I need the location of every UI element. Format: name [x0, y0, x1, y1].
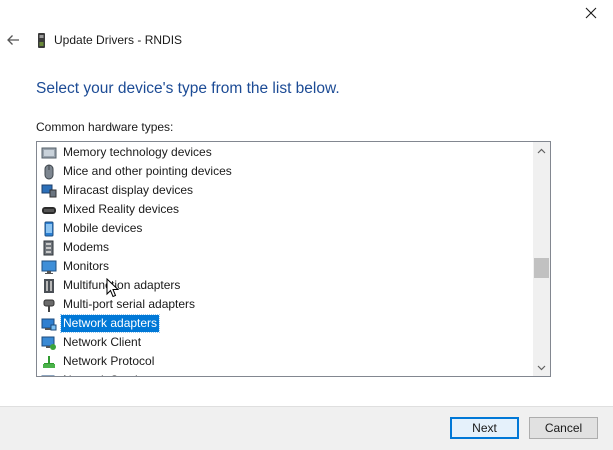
list-item[interactable]: Memory technology devices	[41, 143, 531, 162]
next-button[interactable]: Next	[450, 417, 519, 439]
mouse-icon	[44, 164, 54, 179]
window-title: Update Drivers - RNDIS	[54, 33, 183, 47]
list-item-label: Modems	[63, 240, 110, 254]
mixed-reality-headset-icon	[42, 206, 56, 214]
page-heading: Select your device's type from the list …	[36, 80, 340, 97]
list-item-label: Multi-port serial adapters	[63, 297, 196, 311]
list-item-label: Mixed Reality devices	[63, 202, 180, 216]
back-arrow-icon	[7, 35, 19, 45]
hardware-type-list[interactable]: Memory technology devices Mice and other …	[36, 141, 551, 377]
list-item[interactable]: Modems	[41, 238, 531, 257]
list-item-label: Miracast display devices	[63, 183, 194, 197]
list-item-label: Network Service	[61, 372, 152, 376]
list-item[interactable]: Network Service	[41, 371, 531, 376]
mobile-device-icon	[44, 221, 54, 236]
list-item[interactable]: Multifunction adapters	[41, 276, 531, 295]
list-item-label: Mobile devices	[63, 221, 143, 235]
scroll-down-button[interactable]	[533, 359, 550, 376]
memory-card-icon	[41, 147, 57, 158]
list-item[interactable]: Monitors	[41, 257, 531, 276]
list-item[interactable]: Network adapters	[41, 314, 531, 333]
network-protocol-icon	[43, 355, 55, 368]
chevron-down-icon	[537, 365, 546, 370]
miracast-display-icon	[41, 184, 57, 197]
list-item-label: Monitors	[63, 259, 110, 273]
cancel-button[interactable]: Cancel	[529, 417, 598, 439]
vertical-scrollbar[interactable]	[533, 142, 550, 376]
scrollbar-thumb[interactable]	[534, 258, 549, 278]
modem-icon	[43, 240, 54, 255]
hardware-type-list-items: Memory technology devices Mice and other …	[41, 143, 531, 376]
list-item[interactable]: Multi-port serial adapters	[41, 295, 531, 314]
network-adapter-icon	[41, 318, 57, 330]
list-item[interactable]: Network Client	[41, 333, 531, 352]
list-item-label: Network Client	[63, 335, 142, 349]
multifunction-adapter-icon	[44, 278, 54, 293]
serial-port-icon	[43, 299, 55, 312]
usb-device-icon	[38, 33, 45, 48]
list-item[interactable]: Mobile devices	[41, 219, 531, 238]
chevron-up-icon	[537, 148, 546, 153]
close-button[interactable]	[575, 0, 607, 26]
network-client-icon	[41, 336, 56, 350]
list-item-label: Mice and other pointing devices	[63, 164, 232, 178]
scroll-up-button[interactable]	[533, 142, 550, 159]
list-label: Common hardware types:	[36, 120, 174, 134]
list-item-label: Multifunction adapters	[63, 278, 181, 292]
back-button[interactable]	[4, 31, 22, 49]
close-icon	[585, 7, 597, 19]
dialog-footer: Next Cancel	[0, 406, 613, 450]
list-item[interactable]: Mixed Reality devices	[41, 200, 531, 219]
list-item[interactable]: Mice and other pointing devices	[41, 162, 531, 181]
list-item-label: Network adapters	[59, 314, 161, 333]
list-item-label: Memory technology devices	[63, 145, 212, 159]
list-item-label: Network Protocol	[63, 354, 155, 368]
monitor-icon	[41, 260, 57, 274]
network-service-icon	[41, 375, 55, 376]
update-drivers-window: Update Drivers - RNDIS Select your devic…	[0, 0, 613, 450]
list-item[interactable]: Network Protocol	[41, 352, 531, 371]
list-item[interactable]: Miracast display devices	[41, 181, 531, 200]
